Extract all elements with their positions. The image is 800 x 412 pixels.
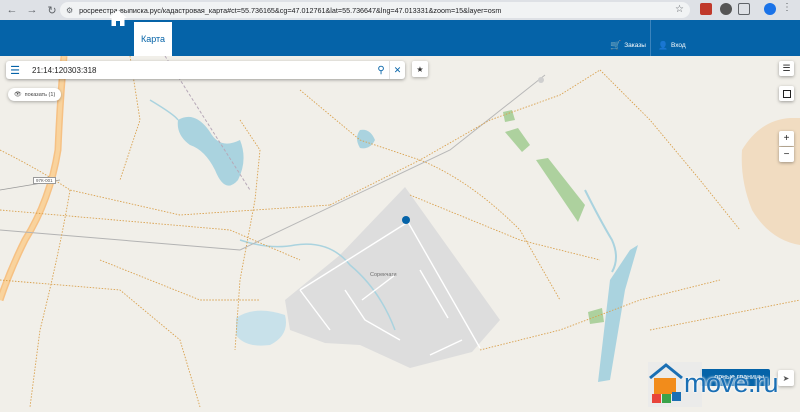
extension-icon[interactable]: [720, 3, 732, 15]
basemap-button[interactable]: [779, 86, 794, 101]
extension-icon[interactable]: [700, 3, 712, 15]
forest-area: [588, 308, 604, 324]
url-text: росреестра-выписка.рус/кадастровая_карта…: [79, 5, 502, 15]
plus-icon: +: [783, 133, 790, 144]
cadastral-search-bar: ☰ 21:14:120303:318 ⚲ ✕: [6, 61, 405, 79]
eye-icon: 👁: [14, 92, 22, 98]
browser-menu-icon[interactable]: ⋮: [782, 3, 792, 15]
menu-icon[interactable]: ☰: [6, 61, 24, 79]
zoom-in-button[interactable]: +: [779, 131, 794, 146]
map-canvas[interactable]: [0, 56, 800, 407]
show-results-label: показать (1): [24, 91, 56, 98]
extensions-puzzle-icon[interactable]: [738, 3, 750, 15]
home-icon[interactable]: [108, 8, 128, 28]
cart-icon: 🛒: [610, 39, 622, 50]
login-link[interactable]: 👤 Вход: [658, 34, 686, 56]
forest-area: [505, 128, 530, 152]
lake: [177, 116, 244, 186]
favorite-star-icon[interactable]: ★: [412, 61, 428, 77]
orders-label: Заказы: [624, 41, 646, 49]
clear-icon[interactable]: ✕: [389, 61, 405, 79]
zoom-out-button[interactable]: −: [779, 147, 794, 162]
login-label: Вход: [670, 41, 686, 49]
user-icon: 👤: [658, 40, 668, 50]
location-marker: [402, 216, 410, 224]
forward-icon[interactable]: →: [24, 2, 40, 18]
bookmark-star-icon[interactable]: ☆: [675, 4, 684, 15]
search-input[interactable]: 21:14:120303:318: [32, 66, 373, 75]
pond: [357, 129, 375, 149]
orders-link[interactable]: 🛒 Заказы: [610, 34, 646, 56]
profile-avatar[interactable]: [764, 3, 776, 15]
minus-icon: −: [783, 149, 790, 160]
wetland: [236, 310, 286, 346]
header-divider: [650, 20, 651, 56]
tab-map-label: Карта: [140, 34, 166, 44]
address-bar[interactable]: ⚙ росреестра-выписка.рус/кадастровая_кар…: [60, 2, 690, 18]
layers-button[interactable]: ☰: [779, 61, 794, 76]
back-icon[interactable]: ←: [4, 2, 20, 18]
site-info-icon[interactable]: ⚙: [66, 6, 73, 15]
reload-icon[interactable]: ↻: [44, 2, 60, 18]
square-icon: [782, 89, 791, 98]
road-number-label: 97К-001: [33, 177, 56, 184]
tab-map[interactable]: Карта: [134, 22, 172, 56]
layers-icon: ☰: [782, 63, 791, 73]
forest-area: [536, 158, 585, 222]
forest-area: [503, 110, 515, 122]
show-results-button[interactable]: 👁 показать (1): [8, 88, 62, 101]
search-icon[interactable]: ⚲: [373, 61, 389, 79]
watermark-text: move.ru: [684, 368, 779, 398]
village-name-label: Сорекчаги: [370, 272, 397, 278]
